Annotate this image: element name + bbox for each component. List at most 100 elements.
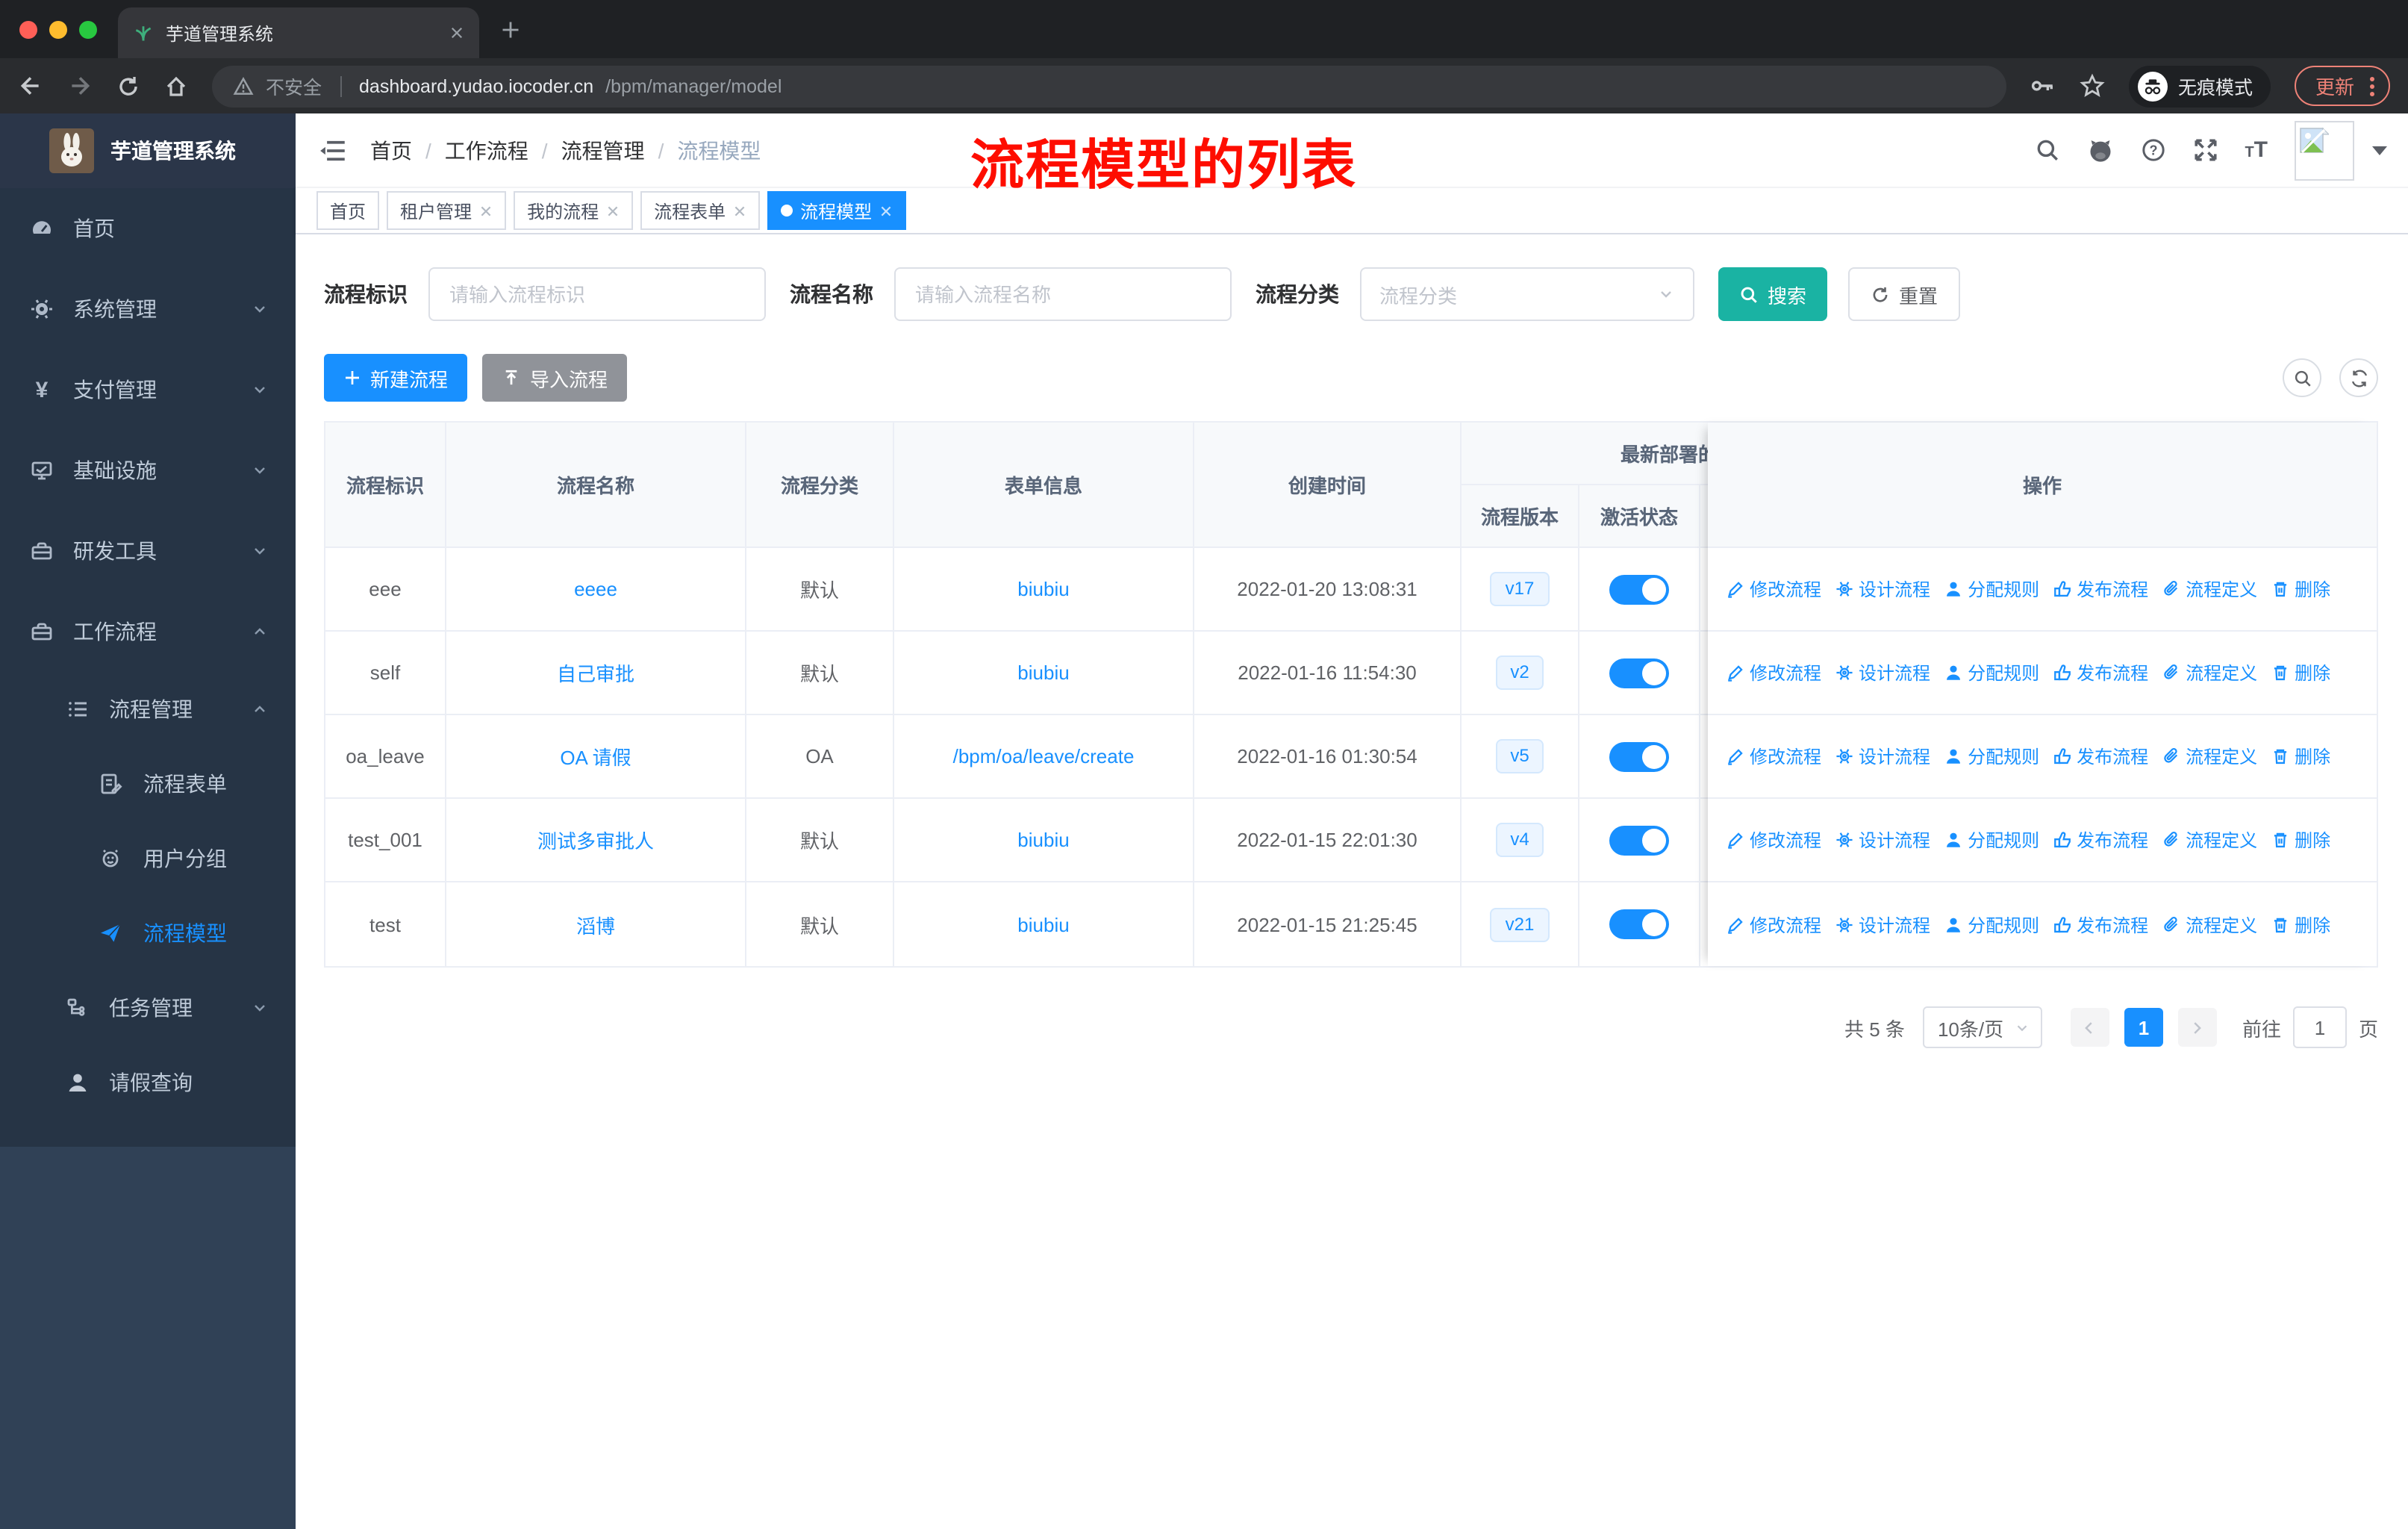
avatar-caret-icon[interactable] bbox=[2372, 146, 2387, 155]
publish-process-link[interactable]: 发布流程 bbox=[2053, 827, 2148, 853]
form-link[interactable]: biubiu bbox=[1017, 578, 1069, 600]
assign-rule-link[interactable]: 分配规则 bbox=[1944, 744, 2039, 769]
close-icon[interactable] bbox=[879, 204, 893, 217]
process-definition-link[interactable]: 流程定义 bbox=[2162, 660, 2257, 685]
form-link[interactable]: /bpm/oa/leave/create bbox=[953, 745, 1135, 767]
publish-process-link[interactable]: 发布流程 bbox=[2053, 744, 2148, 769]
bookmark-star-icon[interactable] bbox=[2080, 73, 2105, 99]
delete-link[interactable]: 删除 bbox=[2271, 827, 2330, 853]
sidebar-item-system[interactable]: 系统管理 bbox=[0, 269, 296, 349]
version-tag[interactable]: v4 bbox=[1495, 823, 1544, 857]
design-process-link[interactable]: 设计流程 bbox=[1835, 744, 1930, 769]
close-icon[interactable] bbox=[606, 204, 620, 217]
fullscreen-icon[interactable] bbox=[2192, 137, 2218, 163]
sidebar-item-process-mgmt[interactable]: 流程管理 bbox=[0, 672, 296, 747]
help-icon[interactable]: ? bbox=[2140, 137, 2165, 163]
sidebar-item-home[interactable]: 首页 bbox=[0, 188, 296, 269]
active-toggle[interactable] bbox=[1609, 741, 1669, 771]
close-window-button[interactable] bbox=[19, 20, 37, 38]
sidebar-item-workflow[interactable]: 工作流程 bbox=[0, 591, 296, 672]
home-icon[interactable] bbox=[164, 74, 188, 98]
active-toggle[interactable] bbox=[1609, 825, 1669, 855]
tab-close-icon[interactable] bbox=[449, 25, 464, 40]
version-tag[interactable]: v2 bbox=[1495, 655, 1544, 690]
active-toggle[interactable] bbox=[1609, 658, 1669, 688]
form-link[interactable]: biubiu bbox=[1017, 661, 1069, 684]
publish-process-link[interactable]: 发布流程 bbox=[2053, 576, 2148, 602]
assign-rule-link[interactable]: 分配规则 bbox=[1944, 576, 2039, 602]
reload-icon[interactable] bbox=[116, 74, 140, 98]
version-tag[interactable]: v21 bbox=[1490, 907, 1550, 941]
sidebar-item-task-mgmt[interactable]: 任务管理 bbox=[0, 971, 296, 1045]
goto-page-input[interactable] bbox=[2292, 1006, 2347, 1048]
assign-rule-link[interactable]: 分配规则 bbox=[1944, 660, 2039, 685]
minimize-window-button[interactable] bbox=[49, 20, 67, 38]
tag-my-process[interactable]: 我的流程 bbox=[514, 191, 634, 230]
refresh-table-button[interactable] bbox=[2339, 358, 2378, 397]
reset-button[interactable]: 重置 bbox=[1848, 267, 1961, 321]
process-definition-link[interactable]: 流程定义 bbox=[2162, 576, 2257, 602]
github-icon[interactable] bbox=[2086, 137, 2113, 164]
model-name-link[interactable]: 滔博 bbox=[576, 910, 615, 938]
process-definition-link[interactable]: 流程定义 bbox=[2162, 912, 2257, 937]
avatar[interactable] bbox=[2295, 120, 2354, 180]
sidebar-item-devtools[interactable]: 研发工具 bbox=[0, 511, 296, 591]
close-icon[interactable] bbox=[733, 204, 746, 217]
design-process-link[interactable]: 设计流程 bbox=[1835, 912, 1930, 937]
modify-process-link[interactable]: 修改流程 bbox=[1726, 576, 1821, 602]
page-number-button[interactable]: 1 bbox=[2124, 1008, 2163, 1047]
model-name-link[interactable]: eeee bbox=[574, 578, 617, 600]
sidebar-item-process-model[interactable]: 流程模型 bbox=[0, 896, 296, 971]
sidebar-item-process-form[interactable]: 流程表单 bbox=[0, 747, 296, 821]
key-icon[interactable] bbox=[2030, 73, 2056, 99]
close-icon[interactable] bbox=[479, 204, 493, 217]
tag-home[interactable]: 首页 bbox=[316, 191, 380, 230]
create-process-button[interactable]: 新建流程 bbox=[324, 354, 468, 402]
maximize-window-button[interactable] bbox=[79, 20, 97, 38]
breadcrumb-home[interactable]: 首页 bbox=[370, 135, 412, 165]
modify-process-link[interactable]: 修改流程 bbox=[1726, 827, 1821, 853]
model-name-link[interactable]: 自己审批 bbox=[557, 658, 634, 687]
form-link[interactable]: biubiu bbox=[1017, 829, 1069, 851]
browser-tab[interactable]: 芋道管理系统 bbox=[118, 7, 479, 58]
incognito-badge[interactable]: 无痕模式 bbox=[2128, 65, 2271, 107]
sidebar-item-payment[interactable]: ¥ 支付管理 bbox=[0, 349, 296, 430]
delete-link[interactable]: 删除 bbox=[2271, 912, 2330, 937]
process-name-input[interactable] bbox=[894, 267, 1232, 321]
form-link[interactable]: biubiu bbox=[1017, 913, 1069, 935]
sidebar-collapse-icon[interactable] bbox=[319, 137, 346, 164]
show-search-toggle-button[interactable] bbox=[2283, 358, 2321, 397]
update-button[interactable]: 更新 bbox=[2294, 66, 2390, 106]
active-toggle[interactable] bbox=[1609, 574, 1669, 604]
page-size-select[interactable]: 10条/页 bbox=[1922, 1006, 2042, 1048]
menu-dots-icon[interactable] bbox=[2369, 74, 2375, 98]
next-page-button[interactable] bbox=[2177, 1008, 2217, 1047]
assign-rule-link[interactable]: 分配规则 bbox=[1944, 912, 2039, 937]
model-name-link[interactable]: 测试多审批人 bbox=[537, 826, 654, 854]
assign-rule-link[interactable]: 分配规则 bbox=[1944, 827, 2039, 853]
prev-page-button[interactable] bbox=[2070, 1008, 2109, 1047]
breadcrumb-process-mgmt[interactable]: 流程管理 bbox=[561, 135, 645, 165]
sidebar-item-infra[interactable]: 基础设施 bbox=[0, 430, 296, 511]
security-label[interactable]: 不安全 bbox=[266, 72, 322, 100]
delete-link[interactable]: 删除 bbox=[2271, 744, 2330, 769]
modify-process-link[interactable]: 修改流程 bbox=[1726, 660, 1821, 685]
new-tab-button[interactable] bbox=[500, 19, 521, 40]
back-icon[interactable] bbox=[18, 73, 43, 99]
address-bar[interactable]: 不安全 dashboard.yudao.iocoder.cn/bpm/manag… bbox=[212, 65, 2006, 107]
process-definition-link[interactable]: 流程定义 bbox=[2162, 744, 2257, 769]
search-button[interactable]: 搜索 bbox=[1718, 267, 1828, 321]
model-name-link[interactable]: OA 请假 bbox=[560, 742, 631, 770]
breadcrumb-workflow[interactable]: 工作流程 bbox=[445, 135, 528, 165]
active-toggle[interactable] bbox=[1609, 909, 1669, 939]
version-tag[interactable]: v5 bbox=[1495, 739, 1544, 773]
sidebar-item-user-group[interactable]: 用户分组 bbox=[0, 821, 296, 896]
publish-process-link[interactable]: 发布流程 bbox=[2053, 912, 2148, 937]
category-select[interactable]: 流程分类 bbox=[1360, 267, 1694, 321]
design-process-link[interactable]: 设计流程 bbox=[1835, 827, 1930, 853]
publish-process-link[interactable]: 发布流程 bbox=[2053, 660, 2148, 685]
design-process-link[interactable]: 设计流程 bbox=[1835, 660, 1930, 685]
tag-tenant[interactable]: 租户管理 bbox=[387, 191, 507, 230]
font-size-icon[interactable]: TT bbox=[2245, 137, 2268, 163]
tag-process-form[interactable]: 流程表单 bbox=[640, 191, 761, 230]
